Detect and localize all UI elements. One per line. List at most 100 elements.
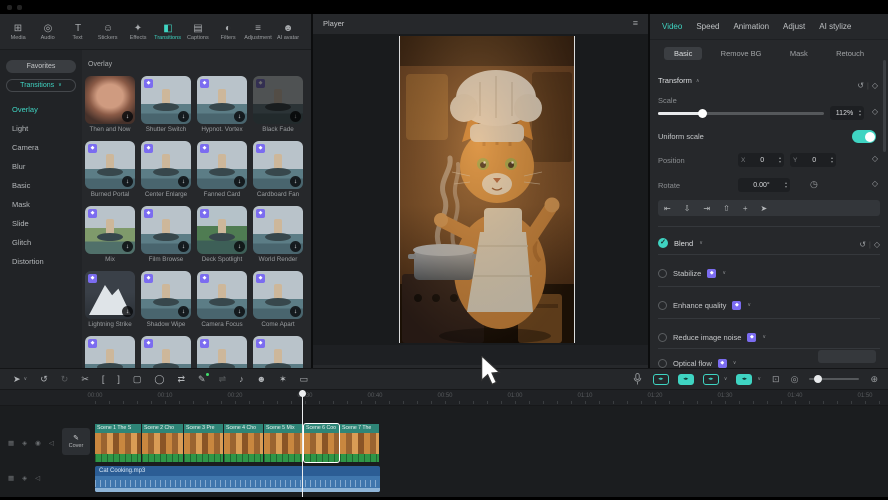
playhead[interactable] <box>302 390 303 497</box>
link-clips-icon[interactable]: ◂▸ <box>678 374 694 385</box>
clip-1[interactable]: Scene 1 The S <box>95 424 141 462</box>
enhance-quality-section[interactable]: Enhance quality◆∨ <box>658 298 880 312</box>
timeline-zoom-slider[interactable] <box>809 378 859 380</box>
playhead-handle[interactable] <box>299 390 306 397</box>
undo-icon[interactable]: ↺ <box>40 375 48 384</box>
tab-ai-stylize[interactable]: AI stylize <box>819 22 851 31</box>
voiceover-mic-icon[interactable] <box>633 373 642 385</box>
toolbar-item-transitions[interactable]: ◧Transitions <box>153 23 183 41</box>
transition-item[interactable]: ◆↓ <box>197 336 247 368</box>
position-x-input[interactable]: X 0 ▴▾ <box>738 153 784 167</box>
clip-7[interactable]: Scene 7 The <box>340 424 379 462</box>
sidebar-item-slide[interactable]: Slide <box>0 214 82 233</box>
subtab-retouch[interactable]: Retouch <box>826 47 874 60</box>
rotate-input[interactable]: 0.00° ▴▾ <box>738 178 790 192</box>
stabilize-section[interactable]: Stabilize◆∨ <box>658 266 880 280</box>
transition-item[interactable]: ◆↓Deck Spotlight <box>197 206 247 271</box>
transition-item[interactable]: ◆↓Shutter Switch <box>141 76 191 141</box>
toolbar-item-media[interactable]: ⊞Media <box>3 23 33 41</box>
sidebar-item-camera[interactable]: Camera <box>0 138 82 157</box>
checkbox-unchecked-icon[interactable] <box>658 359 667 368</box>
delete-right-icon[interactable]: ] <box>117 375 120 384</box>
sidebar-item-blur[interactable]: Blur <box>0 157 82 176</box>
reverse-icon[interactable]: ⇄ <box>177 375 185 384</box>
transition-item[interactable]: ◆↓ <box>253 336 303 368</box>
chevron-down-icon[interactable]: ∨ <box>24 376 28 382</box>
rotate-dial-icon[interactable]: ◷ <box>810 179 818 190</box>
align-right-icon[interactable]: ⇥ <box>703 204 710 213</box>
lock-track-icon[interactable]: ◈ <box>22 474 27 482</box>
transition-item[interactable]: ◆↓ <box>141 336 191 368</box>
reset-icon[interactable]: ↺ <box>857 81 864 90</box>
clip-3[interactable]: Scene 3 Pre <box>184 424 223 462</box>
clip-6[interactable]: Scene 6 Coo <box>304 424 339 462</box>
toolbar-item-effects[interactable]: ✦Effects <box>123 23 153 41</box>
reduce-noise-section[interactable]: Reduce image noise◆∨ <box>658 330 880 344</box>
toolbar-item-ai-avatar[interactable]: ☻AI avatar <box>273 23 303 41</box>
blend-section[interactable]: ✓ Blend ∨ ↺|◇ <box>658 236 880 250</box>
magnet-snap-icon[interactable]: ◂▸ <box>653 374 669 385</box>
scale-value-input[interactable]: 112% ▴▾ <box>830 106 864 120</box>
transition-item[interactable]: ◆↓Center Enlarge <box>141 141 191 206</box>
checkbox-unchecked-icon[interactable] <box>658 301 667 310</box>
select-cursor-icon[interactable]: ➤ <box>760 204 767 213</box>
window-control-icon[interactable] <box>17 5 22 10</box>
optical-flow-action-button[interactable] <box>818 350 876 363</box>
zoom-slider-knob[interactable] <box>814 375 822 383</box>
delete-icon[interactable]: ▢ <box>133 375 142 384</box>
toolbar-item-text[interactable]: TText <box>63 23 93 41</box>
transition-item[interactable]: ↓Then and Now <box>85 76 135 141</box>
align-center-icon[interactable]: + <box>743 204 748 213</box>
tab-video[interactable]: Video <box>662 22 682 31</box>
transition-item[interactable]: ◆↓Camera Focus <box>197 271 247 336</box>
sidebar-item-overlay[interactable]: Overlay <box>0 100 82 119</box>
toolbar-item-filters[interactable]: ◐Filters <box>213 23 243 41</box>
cover-button[interactable]: ✎ Cover <box>62 428 90 455</box>
tab-animation[interactable]: Animation <box>733 22 769 31</box>
sidebar-item-light[interactable]: Light <box>0 119 82 138</box>
sidebar-item-basic[interactable]: Basic <box>0 176 82 195</box>
player-options-icon[interactable]: ≡ <box>633 18 638 28</box>
mute-track-icon[interactable]: ◁ <box>35 474 40 482</box>
checkbox-checked-icon[interactable]: ✓ <box>658 238 668 248</box>
keyframe-icon[interactable]: ◇ <box>872 107 878 116</box>
select-tool-icon[interactable]: ➤ <box>13 375 21 384</box>
transition-item[interactable]: ◆↓ <box>85 336 135 368</box>
audio-detach-icon[interactable]: ♪ <box>239 375 244 384</box>
crop-guide-left[interactable] <box>399 36 400 343</box>
clip-4[interactable]: Scene 4 Cho <box>224 424 263 462</box>
chevron-down-icon[interactable]: ∨ <box>724 376 728 382</box>
sidebar-item-glitch[interactable]: Glitch <box>0 233 82 252</box>
keyframe-icon[interactable]: ◇ <box>872 81 878 90</box>
sidebar-item-mask[interactable]: Mask <box>0 195 82 214</box>
transition-item[interactable]: ◆↓Come Apart <box>253 271 303 336</box>
transition-item[interactable]: ◆↓Film Browse <box>141 206 191 271</box>
sidebar-item-distortion[interactable]: Distortion <box>0 252 82 271</box>
zoom-in-icon[interactable]: ⊕ <box>870 374 878 385</box>
keyframe-icon[interactable]: ◇ <box>872 154 878 163</box>
subtab-mask[interactable]: Mask <box>780 47 818 60</box>
transition-item[interactable]: ◆↓Black Fade <box>253 76 303 141</box>
track-type-icon[interactable]: ▦ <box>8 474 14 482</box>
keyframe-icon[interactable]: ◇ <box>872 179 878 188</box>
align-left-icon[interactable]: ⇤ <box>664 204 671 213</box>
clip-2[interactable]: Scene 2 Cho <box>142 424 183 462</box>
transition-item[interactable]: ◆↓Fanned Card <box>197 141 247 206</box>
lock-track-icon[interactable]: ◈ <box>22 439 27 447</box>
tab-speed[interactable]: Speed <box>696 22 719 31</box>
scale-slider-knob[interactable] <box>698 109 707 118</box>
clip-5[interactable]: Scene 5 Mix <box>264 424 303 462</box>
screen-icon[interactable]: ▭ <box>300 375 309 384</box>
position-y-input[interactable]: Y 0 ▴▾ <box>790 153 836 167</box>
mute-track-icon[interactable]: ◁ <box>49 439 54 447</box>
video-preview[interactable] <box>400 36 574 343</box>
checkbox-unchecked-icon[interactable] <box>658 269 667 278</box>
transition-item[interactable]: ◆↓Lightning Strike <box>85 271 135 336</box>
transform-header[interactable]: Transform ∧ <box>658 76 700 85</box>
transition-item[interactable]: ◆↓Burned Portal <box>85 141 135 206</box>
track-type-icon[interactable]: ▦ <box>8 439 14 447</box>
toolbar-item-stickers[interactable]: ☺Stickers <box>93 23 123 41</box>
transition-item[interactable]: ◆↓Hypnot. Vortex <box>197 76 247 141</box>
window-control-icon[interactable] <box>7 5 12 10</box>
transition-item[interactable]: ◆↓Cardboard Fan <box>253 141 303 206</box>
